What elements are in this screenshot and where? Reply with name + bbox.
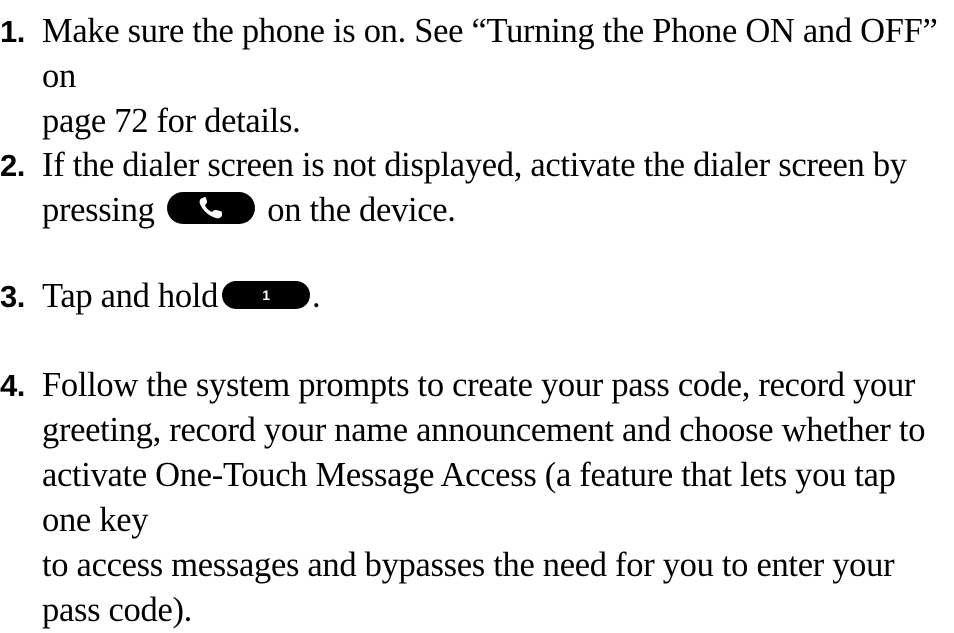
step-line: Make sure the phone is on. See “Turning … [42, 12, 938, 95]
step-text-after-key: on the device. [267, 191, 456, 229]
step-text-before-key: Tap and hold [42, 277, 219, 315]
handset-icon [199, 197, 222, 219]
step-text: Follow the system prompts to create your… [42, 363, 947, 633]
step-line: activate One-Touch Message Access (a fea… [42, 456, 896, 539]
step-text: Tap and hold 1. [42, 274, 947, 319]
step-text-before-key: pressing [42, 191, 155, 229]
key-1-icon: 1 [222, 281, 311, 309]
step-number: 1. [0, 14, 25, 49]
step-line: Follow the system prompts to create your… [42, 366, 916, 404]
step-line: page 72 for details. [42, 102, 301, 140]
step-line: greeting, record your name announcement … [42, 411, 926, 449]
step-line: to access messages and bypasses the need… [42, 546, 895, 584]
step-line: pressing on the device. [42, 188, 947, 233]
step-line: If the dialer screen is not displayed, a… [42, 146, 907, 184]
step-text: Make sure the phone is on. See “Turning … [42, 9, 947, 144]
key-1-label: 1 [262, 287, 270, 303]
phone-talk-key-icon [166, 192, 255, 224]
step-text: If the dialer screen is not displayed, a… [42, 143, 947, 233]
step-text-after-key: . [312, 277, 321, 315]
step-line: Tap and hold 1. [42, 274, 947, 319]
step-number: 2. [0, 148, 25, 183]
step-line: pass code). [42, 591, 192, 629]
step-number: 4. [0, 368, 25, 403]
step-number: 3. [0, 279, 25, 314]
